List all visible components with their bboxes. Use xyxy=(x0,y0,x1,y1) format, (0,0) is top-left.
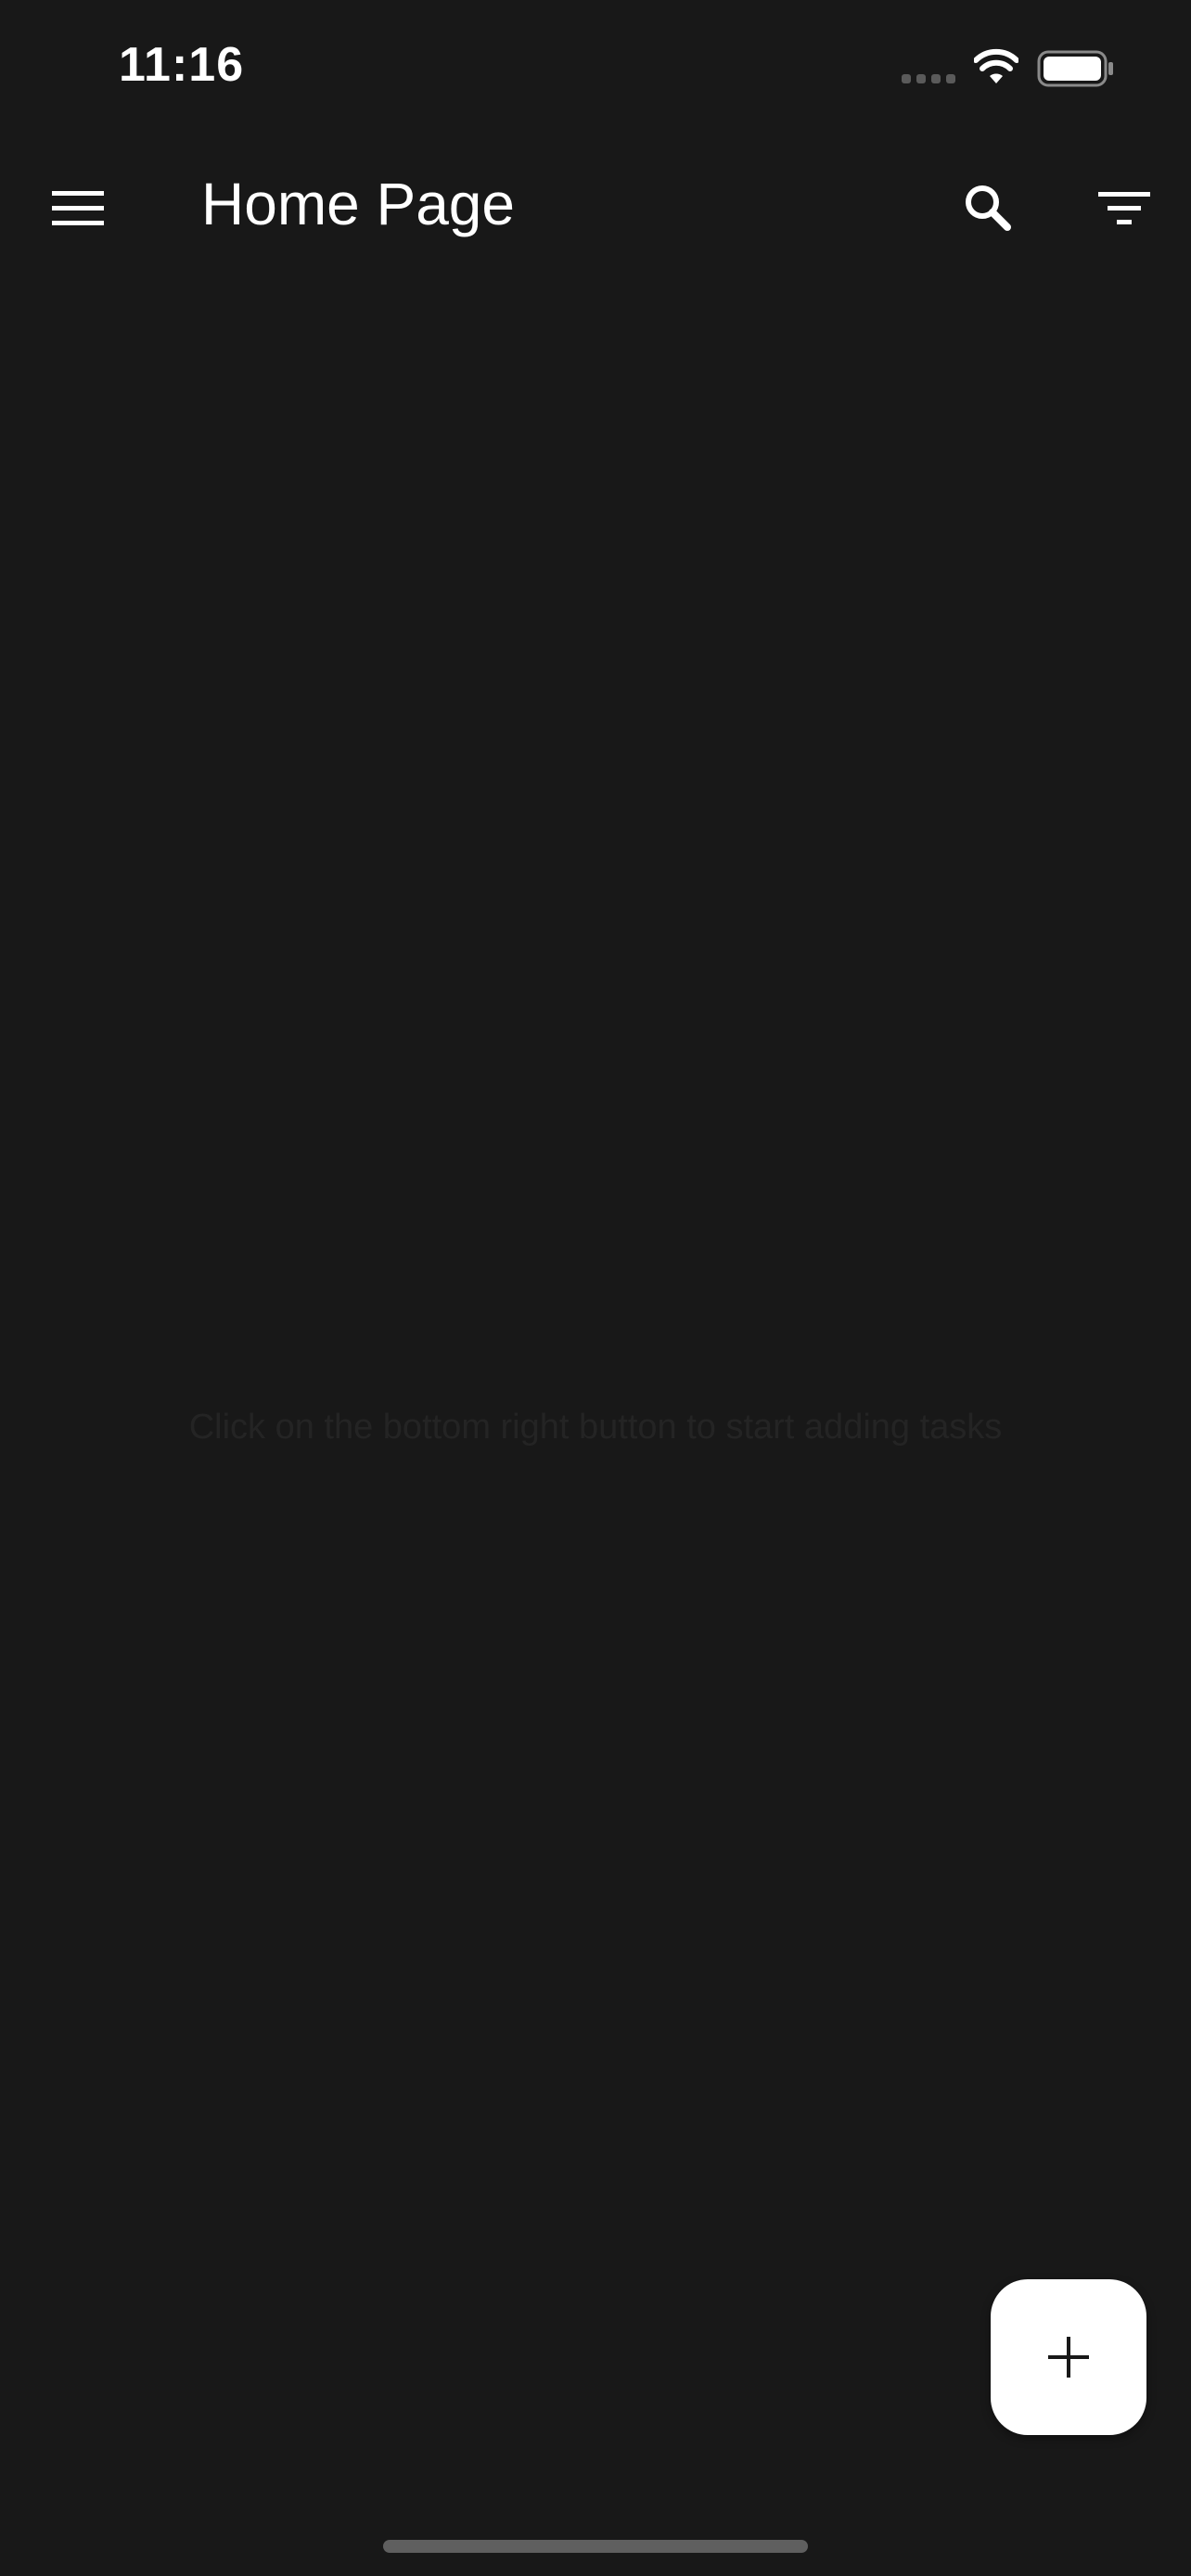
search-icon xyxy=(966,185,1011,231)
wifi-icon xyxy=(974,48,1018,83)
home-indicator[interactable] xyxy=(383,2540,808,2553)
hamburger-menu-icon xyxy=(52,191,104,225)
app-bar: Home Page xyxy=(0,148,1191,269)
status-bar: 11:16 xyxy=(0,0,1191,139)
add-task-button[interactable] xyxy=(991,2279,1146,2435)
cellular-signal-icon xyxy=(902,74,957,85)
page-title: Home Page xyxy=(201,171,515,237)
plus-icon xyxy=(1048,2337,1089,2378)
menu-button[interactable] xyxy=(37,172,119,246)
search-button[interactable] xyxy=(952,172,1026,246)
status-time: 11:16 xyxy=(119,38,245,92)
battery-icon xyxy=(1037,50,1113,87)
empty-state-message: Click on the bottom right button to star… xyxy=(188,1408,1003,1447)
filter-icon xyxy=(1098,192,1150,224)
filter-button[interactable] xyxy=(1087,172,1161,246)
